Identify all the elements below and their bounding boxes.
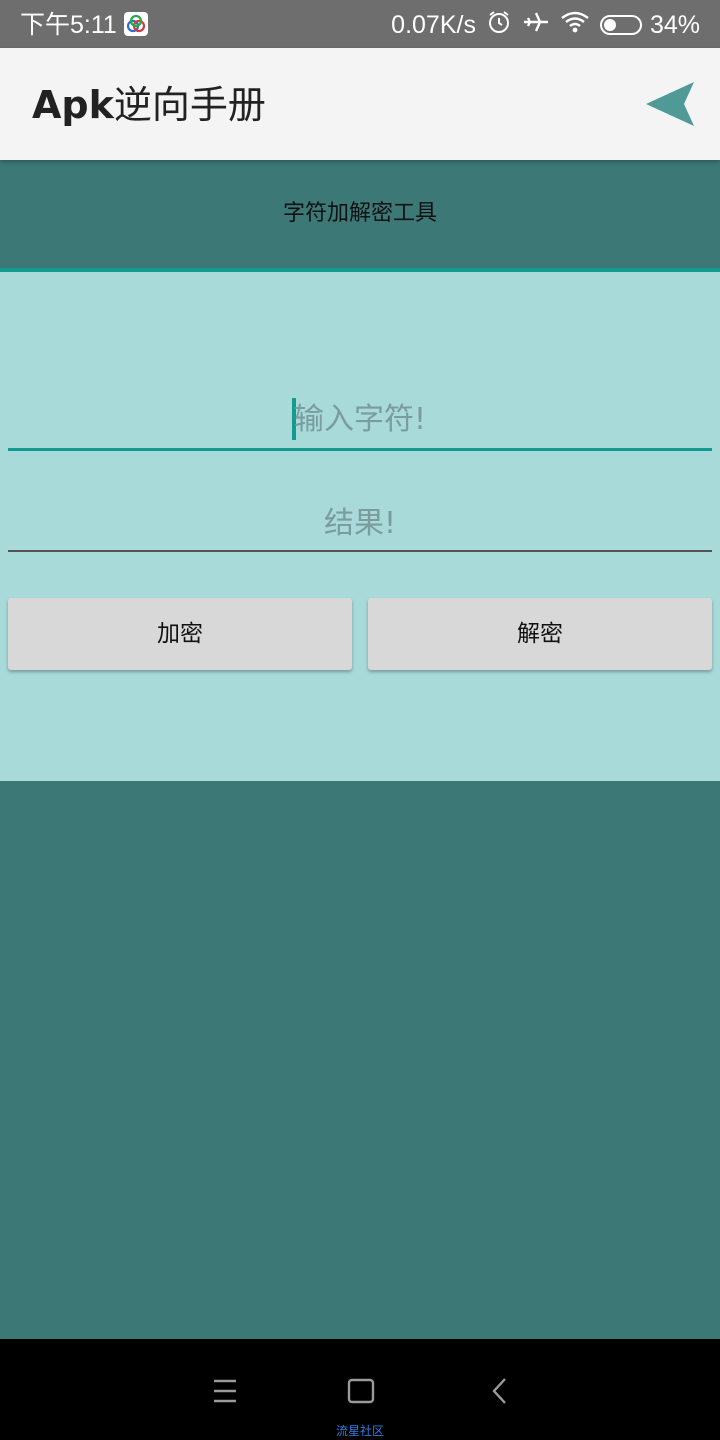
result-field[interactable]: 结果!: [8, 496, 712, 552]
app-title: Apk逆向手册: [32, 80, 266, 130]
battery-icon: [599, 15, 642, 35]
airplane-mode-icon: [522, 9, 550, 42]
menu-icon: [214, 1379, 236, 1403]
decrypt-button[interactable]: 解密: [368, 598, 712, 670]
status-time: 下午5:11: [20, 11, 117, 39]
screen: 下午5:11 0.07K/s 34% Apk逆向手册 字符加解密工具 输入字符!…: [0, 0, 720, 1440]
crypto-panel: 输入字符! 结果! 加密 解密: [0, 272, 720, 781]
back-icon: [492, 1378, 506, 1404]
status-right: 0.07K/s 34%: [381, 10, 700, 40]
app-title-latin: Apk: [32, 83, 114, 127]
battery-percent: 34%: [649, 11, 700, 39]
send-button[interactable]: [642, 80, 698, 128]
app-title-cn: 逆向手册: [113, 83, 266, 127]
tool-header: 字符加解密工具: [0, 160, 720, 268]
result-placeholder: 结果!: [323, 506, 397, 541]
alarm-icon: [486, 9, 512, 42]
tool-title: 字符加解密工具: [282, 201, 437, 226]
input-field[interactable]: 输入字符!: [8, 390, 712, 451]
encrypt-button[interactable]: 加密: [8, 598, 352, 670]
home-button[interactable]: [339, 1369, 383, 1413]
menu-button[interactable]: [203, 1369, 247, 1413]
watermark: 流星社区: [335, 1424, 384, 1438]
gallery-icon: [124, 12, 148, 36]
battery-level: [603, 19, 616, 31]
status-bar: 下午5:11 0.07K/s 34%: [0, 0, 720, 48]
wifi-icon: [560, 9, 590, 42]
home-icon: [347, 1378, 375, 1404]
app-bar: Apk逆向手册: [0, 48, 720, 160]
input-placeholder: 输入字符!: [293, 402, 427, 437]
send-icon: [646, 82, 694, 126]
network-speed: 0.07K/s: [391, 11, 476, 39]
navigation-bar: 流星社区: [0, 1339, 720, 1440]
back-button[interactable]: [477, 1369, 521, 1413]
